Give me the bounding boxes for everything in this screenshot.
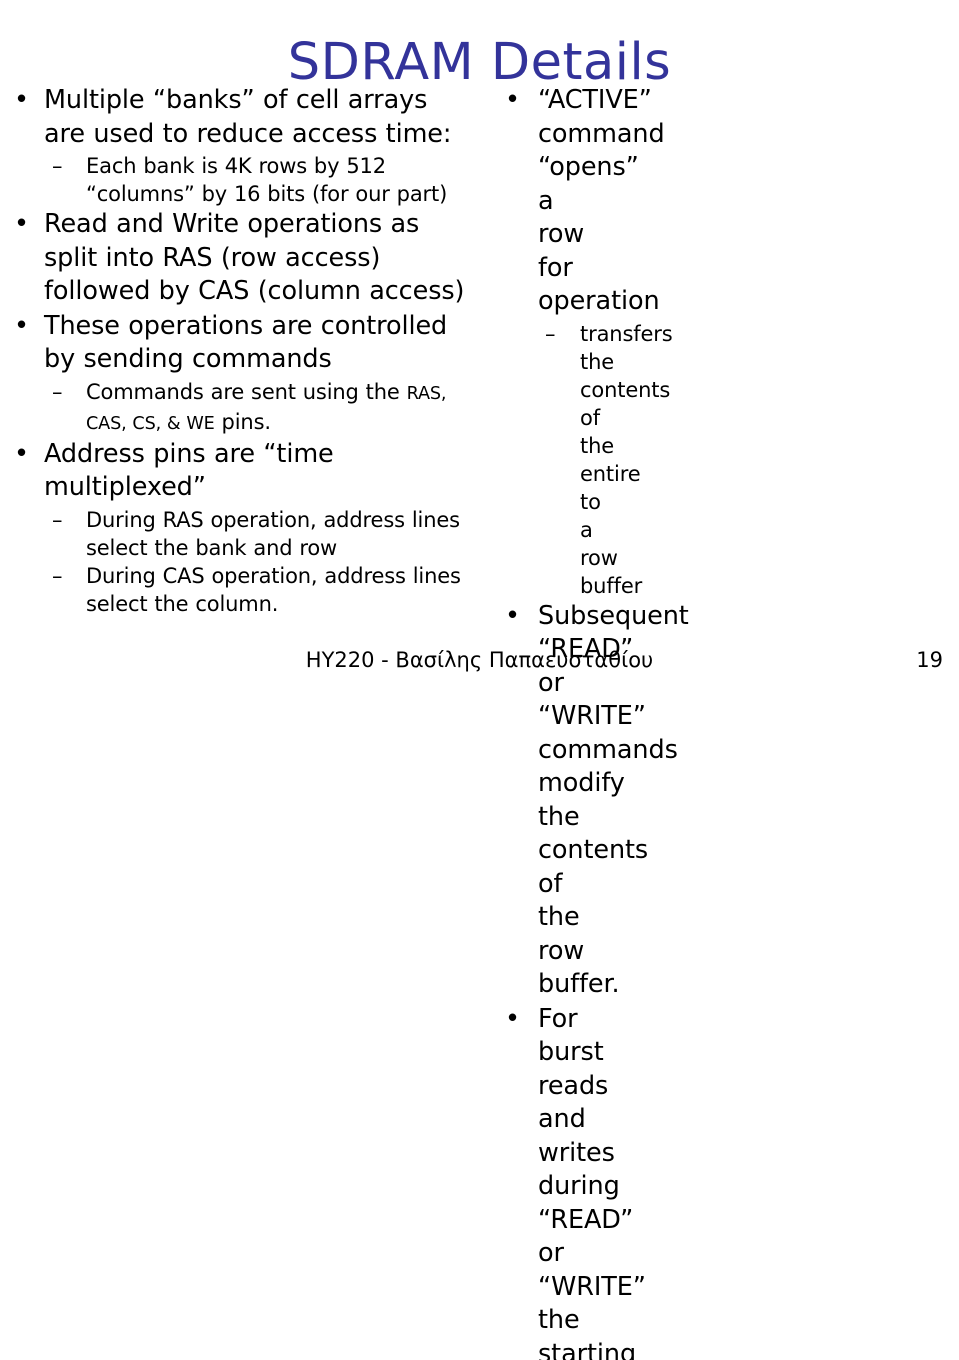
slide-canvas: SDRAM Details • Multiple “banks” of cell…: [0, 0, 959, 680]
list-item: • “ACTIVE” command “opens” a row for ope…: [483, 84, 540, 319]
sub-bullet-dash-icon: –: [545, 320, 555, 348]
list-item-text: For burst reads and writes during “READ”…: [538, 1004, 653, 1360]
list-item-text: transfers the contents of the entire to …: [580, 322, 673, 598]
bullet-dot-icon: •: [505, 600, 520, 634]
page-number: 19: [916, 646, 943, 674]
right-content-column: • “ACTIVE” command “opens” a row for ope…: [0, 84, 483, 1360]
bullet-dot-icon: •: [505, 1003, 520, 1037]
list-item: • For burst reads and writes during “REA…: [483, 1003, 540, 1360]
list-item: – transfers the contents of the entire t…: [483, 320, 582, 600]
slide-footer: ΗΥ220 - Βασίλης Παπαευσταθίου 19: [0, 646, 959, 676]
slide-body: • Multiple “banks” of cell arrays are us…: [0, 84, 959, 644]
bullet-dot-icon: •: [505, 84, 520, 118]
footer-course-author: ΗΥ220 - Βασίλης Παπαευσταθίου: [0, 646, 959, 674]
list-item-text: “ACTIVE” command “opens” a row for opera…: [538, 85, 665, 316]
